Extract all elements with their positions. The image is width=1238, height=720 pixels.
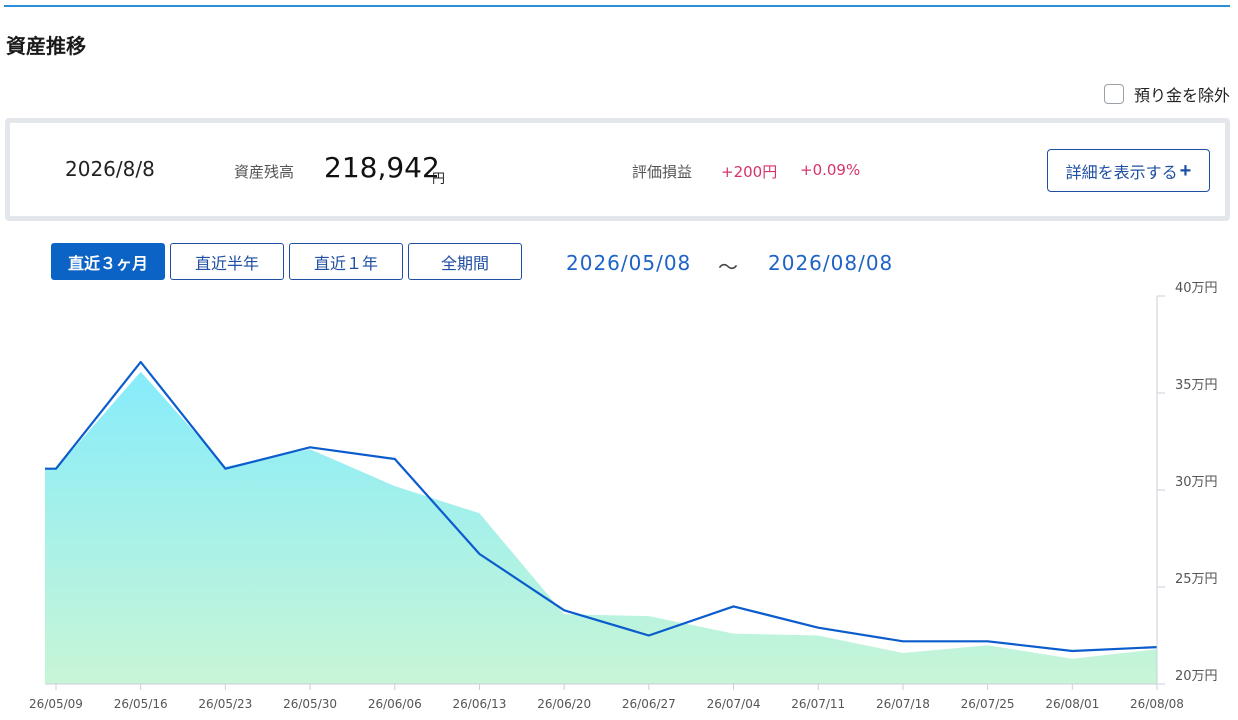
balance-unit: 円	[432, 172, 446, 187]
y-tick-label: 20万円	[1175, 669, 1218, 684]
y-tick-label: 30万円	[1175, 475, 1218, 490]
period-tabs: 直近３ヶ月 直近半年 直近１年 全期間	[51, 243, 522, 280]
profit-loss-amount: +200円	[721, 163, 778, 181]
y-tick-label: 40万円	[1175, 281, 1218, 296]
summary-card: 2026/8/8 資産残高 218,942 円 評価損益 +200円 +0.09…	[5, 118, 1230, 221]
x-tick-label: 26/05/30	[283, 697, 337, 711]
x-tick-label: 26/05/16	[114, 697, 168, 711]
tab-6-months[interactable]: 直近半年	[170, 243, 284, 280]
x-tick-label: 26/07/04	[707, 697, 761, 711]
x-tick-label: 26/07/11	[791, 697, 845, 711]
x-tick-label: 26/08/08	[1130, 697, 1184, 711]
plus-icon: +	[1179, 159, 1192, 182]
area-series	[45, 371, 1157, 684]
show-details-label: 詳細を表示する	[1065, 164, 1178, 182]
tab-all-time[interactable]: 全期間	[408, 243, 522, 280]
exclude-deposits-toggle[interactable]: 預り金を除外	[1103, 82, 1230, 106]
asset-history-chart: 20万円 25万円 30万円 35万円 40万円 26/05/09 26/05/16 26/0…	[29, 281, 1218, 711]
profit-loss-percent: +0.09%	[800, 161, 861, 179]
range-end-date: 2026/08/08	[768, 251, 894, 275]
x-tick-label: 26/05/23	[198, 697, 252, 711]
y-tick-label: 35万円	[1175, 378, 1218, 393]
profit-loss-label: 評価損益	[632, 163, 693, 181]
top-divider	[4, 5, 1230, 7]
exclude-deposits-label: 預り金を除外	[1133, 86, 1230, 105]
x-tick-label: 26/06/06	[368, 697, 422, 711]
y-tick-label: 25万円	[1175, 572, 1218, 587]
x-tick-label: 26/07/25	[961, 697, 1015, 711]
tab-1-year[interactable]: 直近１年	[289, 243, 403, 280]
range-separator: ～	[718, 255, 738, 279]
tab-3-months[interactable]: 直近３ヶ月	[51, 243, 165, 280]
x-tick-label: 26/08/01	[1045, 697, 1099, 711]
x-tick-label: 26/06/27	[622, 697, 676, 711]
x-tick-label: 26/05/09	[29, 697, 83, 711]
x-tick-label: 26/06/13	[453, 697, 507, 711]
page-title: 資産推移	[6, 34, 86, 58]
show-details-button[interactable]: 詳細を表示する +	[1047, 149, 1210, 192]
range-start-date: 2026/05/08	[566, 251, 692, 275]
balance-value: 218,942	[324, 151, 440, 184]
balance-label: 資産残高	[234, 163, 295, 181]
x-tick-label: 26/06/20	[537, 697, 591, 711]
exclude-deposits-checkbox[interactable]	[1103, 84, 1124, 104]
x-tick-label: 26/07/18	[876, 697, 930, 711]
summary-date: 2026/8/8	[65, 157, 155, 181]
